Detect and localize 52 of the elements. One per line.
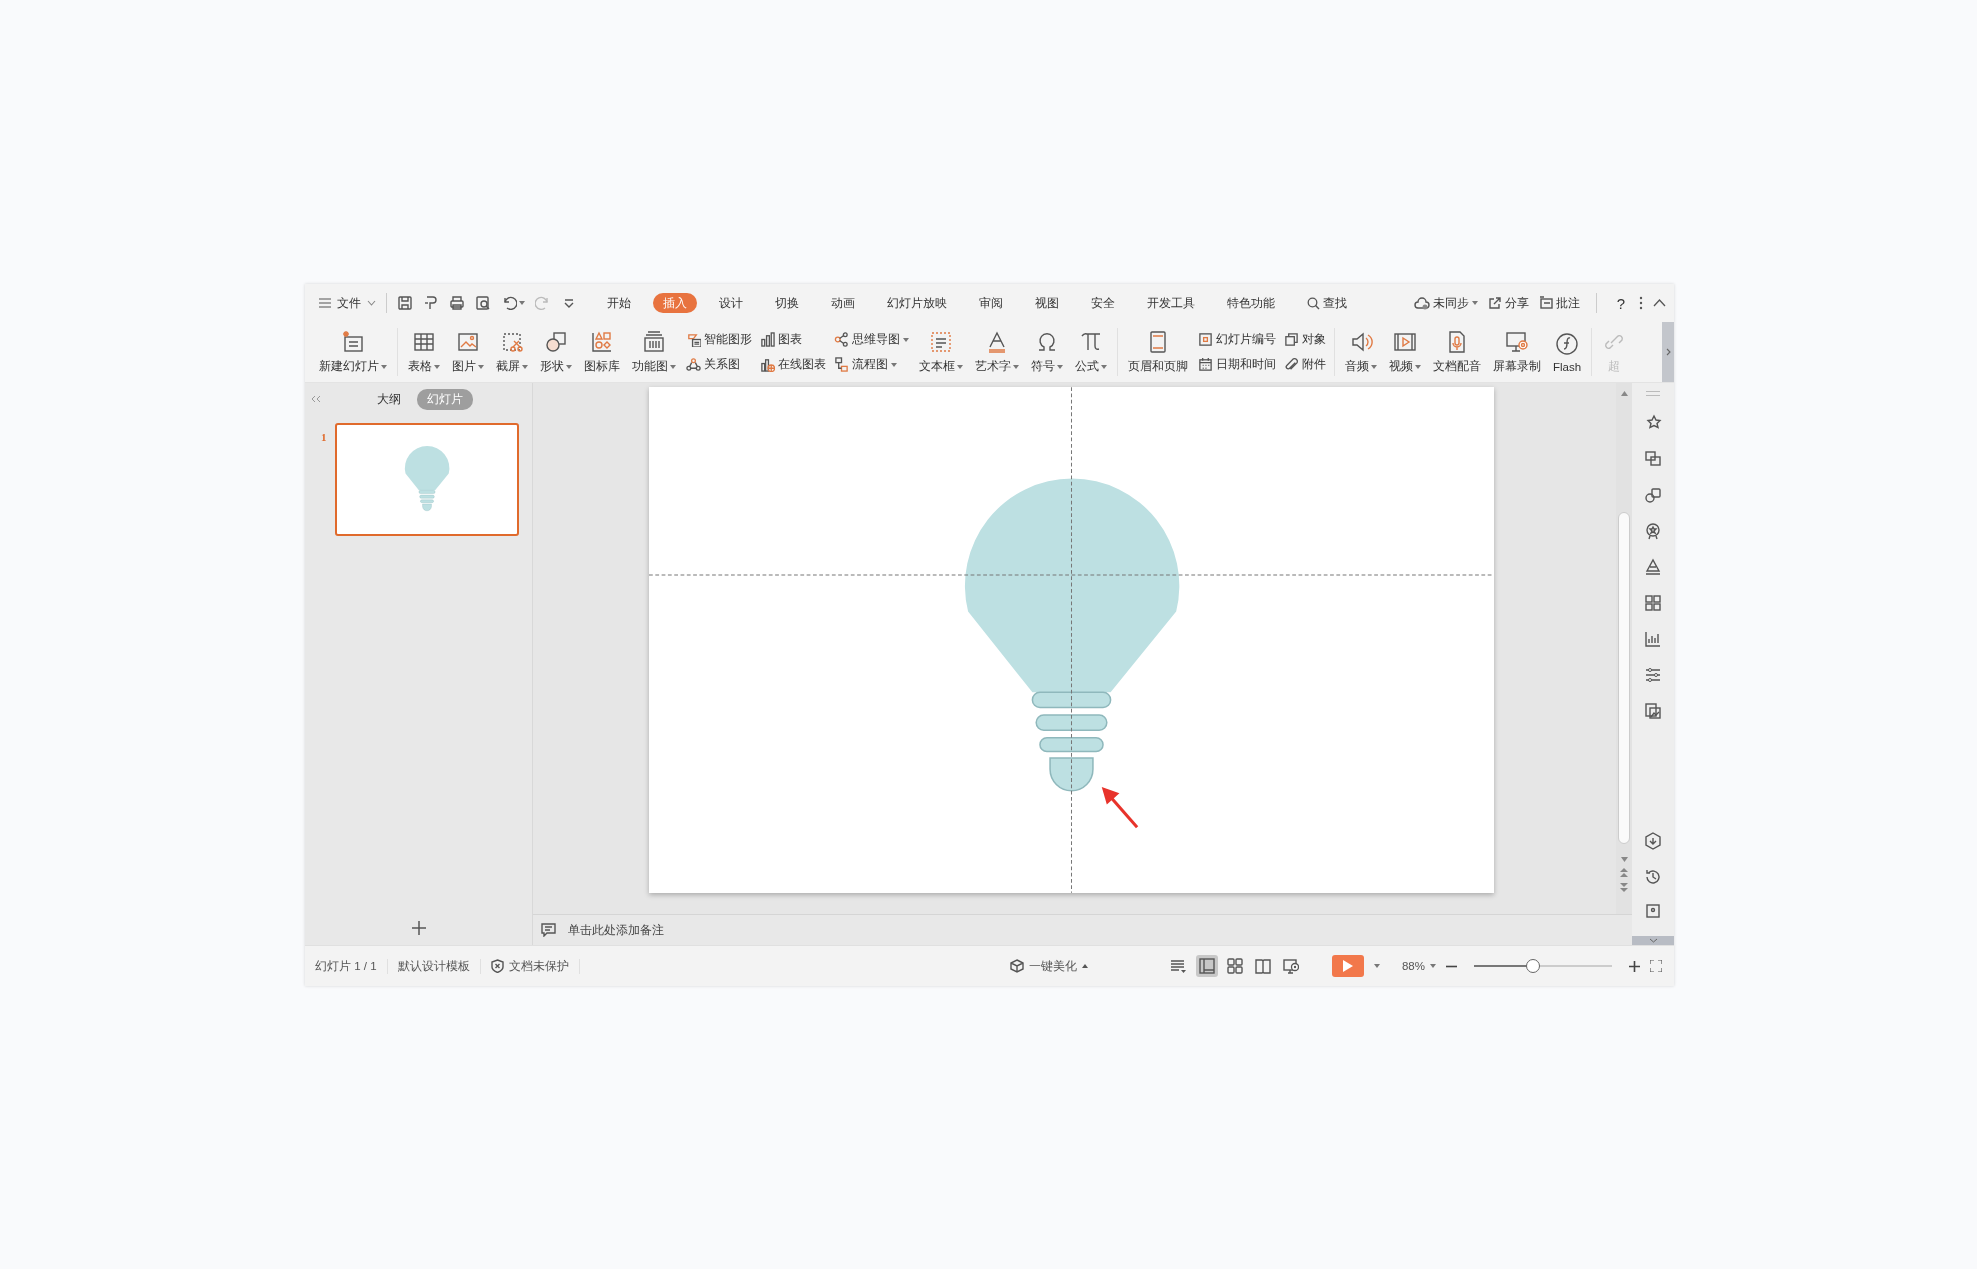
ribbon-button[interactable]: 流程图 bbox=[834, 355, 909, 374]
ribbon-button[interactable]: 艺术字 bbox=[969, 324, 1025, 380]
menu-tab[interactable]: 幻灯片放映 bbox=[877, 293, 957, 313]
zoom-level-button[interactable]: 88% bbox=[1401, 960, 1436, 972]
menu-tab[interactable]: 切换 bbox=[765, 293, 809, 313]
share-button[interactable]: 分享 bbox=[1487, 294, 1529, 312]
ribbon-button[interactable]: 图片 bbox=[446, 324, 490, 380]
ribbon-button[interactable]: 日期和时间 bbox=[1198, 355, 1276, 374]
ribbon-button[interactable]: 图表 bbox=[760, 330, 826, 349]
ribbon-button[interactable]: 文本框 bbox=[913, 324, 969, 380]
slide-number: 1 bbox=[321, 431, 327, 443]
search-button[interactable]: 查找 bbox=[1297, 293, 1357, 313]
ribbon-button[interactable]: 形状 bbox=[534, 324, 578, 380]
ribbon-button[interactable]: 符号 bbox=[1025, 324, 1069, 380]
notes-field[interactable]: 单击此处添加备注 bbox=[533, 914, 1632, 945]
ribbon-button[interactable]: 关系图 bbox=[686, 355, 752, 374]
menu-tab[interactable]: 特色功能 bbox=[1217, 293, 1285, 313]
ribbon-button[interactable]: 对象 bbox=[1284, 330, 1326, 349]
ribbon-button[interactable]: 功能图 bbox=[626, 324, 682, 380]
ribbon-button[interactable]: 表格 bbox=[402, 324, 446, 380]
file-menu-button[interactable]: 文件 bbox=[315, 291, 380, 315]
ribbon-button[interactable]: Flash bbox=[1547, 324, 1588, 380]
protection-button[interactable]: 文档未保护 bbox=[490, 958, 580, 974]
menu-tab[interactable]: 安全 bbox=[1081, 293, 1125, 313]
ribbon-button[interactable]: 文档配音 bbox=[1427, 324, 1487, 380]
ribbon-button[interactable]: 图标库 bbox=[578, 324, 626, 380]
ribbon-button[interactable]: 页眉和页脚 bbox=[1122, 324, 1194, 380]
ribbon-button[interactable]: 公式 bbox=[1069, 324, 1113, 380]
ribbon-button[interactable]: 智能图形 bbox=[686, 330, 752, 349]
ribbon-button[interactable]: 思维导图 bbox=[834, 330, 909, 349]
ribbon-button[interactable]: 在线图表 bbox=[760, 355, 826, 374]
ribbon-button[interactable]: 视频 bbox=[1383, 324, 1427, 380]
ribbon-button[interactable]: 新建幻灯片 bbox=[313, 324, 393, 380]
menu-tab[interactable]: 设计 bbox=[709, 293, 753, 313]
menu-tab[interactable]: 审阅 bbox=[969, 293, 1013, 313]
sync-button[interactable]: 未同步 bbox=[1413, 294, 1478, 312]
beautify-button[interactable]: 一键美化 bbox=[1009, 958, 1088, 974]
menu-tab[interactable]: 开始 bbox=[597, 293, 641, 313]
ribbon-button[interactable]: 音频 bbox=[1339, 324, 1383, 380]
notes-input[interactable]: 单击此处添加备注 bbox=[566, 922, 1624, 938]
menu-tab[interactable]: 动画 bbox=[821, 293, 865, 313]
menu-tab[interactable]: 开发工具 bbox=[1137, 293, 1205, 313]
ribbon-button[interactable]: 幻灯片编号 bbox=[1198, 330, 1276, 349]
menu-tab[interactable]: 视图 bbox=[1025, 293, 1069, 313]
ribbon-button[interactable]: 屏幕录制 bbox=[1487, 324, 1547, 380]
ribbon-button[interactable]: 截屏 bbox=[490, 324, 534, 380]
slide-counter: 幻灯片 1 / 1 bbox=[315, 958, 388, 974]
ribbon-button[interactable]: 附件 bbox=[1284, 355, 1326, 374]
template-name: 默认设计模板 bbox=[397, 958, 481, 974]
help-button[interactable]: ? bbox=[1612, 294, 1629, 312]
panel-tab[interactable]: 大纲 bbox=[367, 388, 411, 410]
comment-button[interactable]: 批注 bbox=[1538, 294, 1580, 312]
